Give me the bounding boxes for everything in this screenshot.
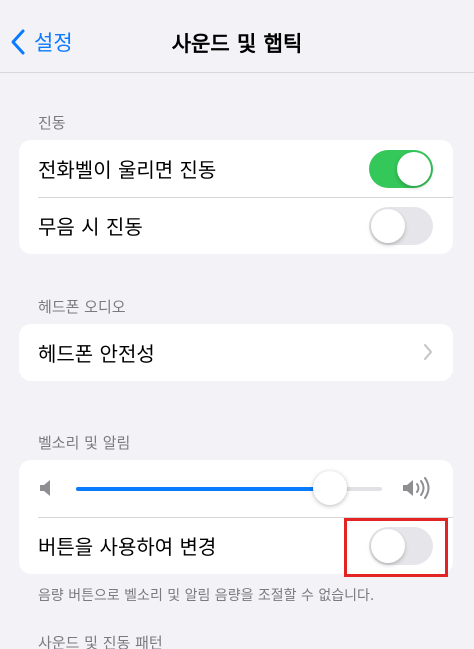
section-header-sound-patterns: 사운드 및 진동 패턴 — [38, 634, 163, 649]
section-header-headphone-audio: 헤드폰 오디오 — [38, 298, 126, 316]
highlight-box — [344, 518, 448, 577]
vibrate-on-ring-toggle[interactable] — [369, 150, 433, 188]
section-header-ringer-alerts: 벨소리 및 알림 — [38, 434, 131, 452]
page-title: 사운드 및 햅틱 — [171, 32, 303, 56]
list-item-headphone-safety[interactable]: 헤드폰 안전성 — [19, 324, 453, 381]
volume-fill — [76, 487, 330, 491]
headphone-audio-group: 헤드폰 안전성 — [19, 324, 453, 381]
list-item-vibrate-on-ring: 전화벨이 울리면 진동 — [19, 140, 453, 197]
navbar-divider — [0, 72, 474, 73]
change-with-buttons-label: 버튼을 사용하여 변경 — [38, 535, 217, 559]
speaker-high-icon — [403, 477, 430, 499]
volume-thumb[interactable] — [312, 471, 347, 505]
vibrate-on-silent-label: 무음 시 진동 — [38, 215, 143, 239]
vibrate-on-ring-label: 전화벨이 울리면 진동 — [38, 158, 217, 182]
toggle-knob — [371, 209, 405, 243]
ringer-footer-note: 음량 버튼으로 벨소리 및 알림 음량을 조절할 수 없습니다. — [38, 588, 375, 604]
headphone-safety-label: 헤드폰 안전성 — [38, 342, 155, 366]
list-item-vibrate-on-silent: 무음 시 진동 — [19, 197, 453, 254]
chevron-right-icon — [424, 344, 432, 360]
ringer-volume-row — [19, 460, 453, 517]
vibrate-on-silent-toggle[interactable] — [369, 207, 433, 245]
section-header-vibration: 진동 — [38, 114, 66, 132]
vibration-group: 전화벨이 울리면 진동 무음 시 진동 — [19, 140, 453, 254]
speaker-low-icon — [40, 480, 50, 496]
toggle-knob — [397, 152, 431, 186]
